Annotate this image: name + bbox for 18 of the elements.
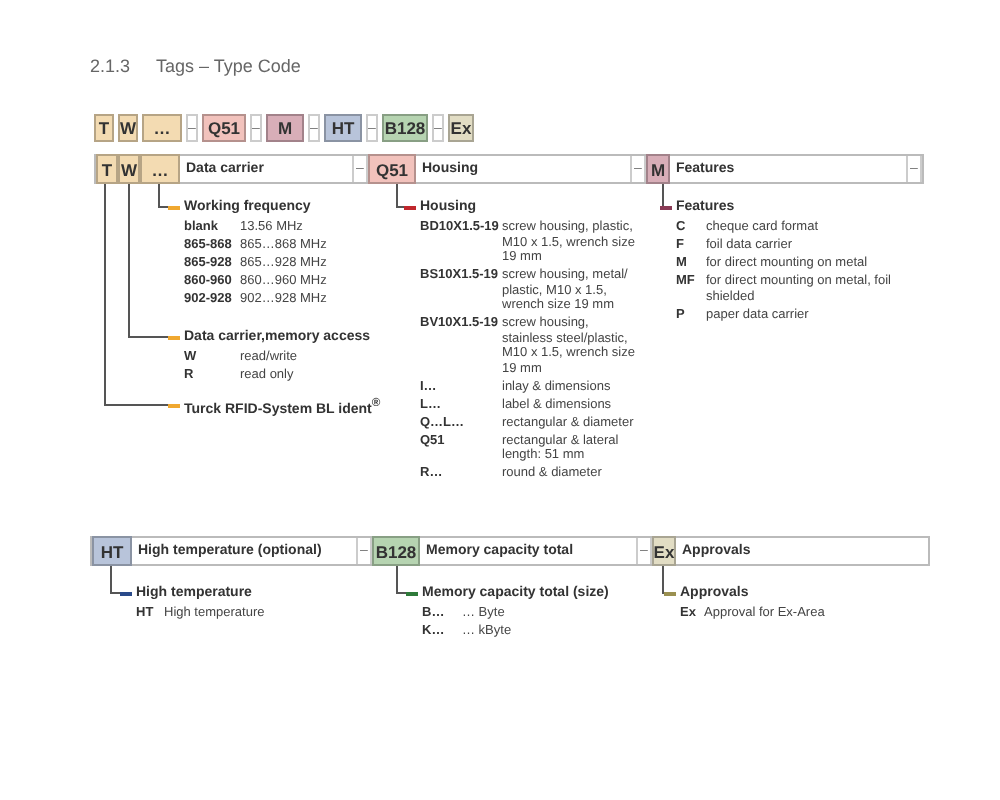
code-box: Q51	[368, 154, 416, 184]
code-box: Q51	[202, 114, 246, 142]
code-box: T	[94, 114, 114, 142]
code-box: M	[266, 114, 304, 142]
code-box: HT	[324, 114, 362, 142]
code-box: T	[96, 154, 118, 184]
code-box: M	[646, 154, 670, 184]
code-box: Ex	[652, 536, 676, 566]
code-box: …	[140, 154, 180, 184]
code-box: Ex	[448, 114, 474, 142]
code-box: HT	[92, 536, 132, 566]
section-number: 2.1.3	[90, 56, 131, 76]
section-title: Tags – Type Code	[156, 56, 301, 76]
code-box: …	[142, 114, 182, 142]
code-box: B128	[372, 536, 420, 566]
code-box: W	[118, 114, 138, 142]
code-box: W	[118, 154, 140, 184]
code-box: B128	[382, 114, 428, 142]
